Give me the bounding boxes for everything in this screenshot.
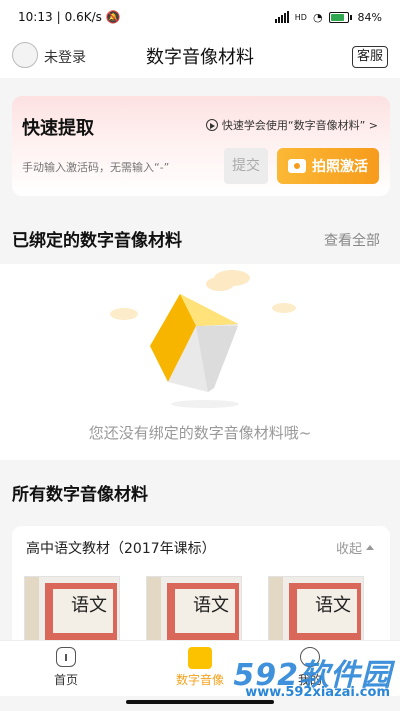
battery-level: 84% (357, 10, 382, 24)
page-title: 数字音像材料 (146, 47, 254, 68)
battery-icon (328, 11, 352, 23)
view-all-link[interactable]: 查看全部 (324, 230, 380, 250)
home-icon (56, 647, 76, 667)
all-section-title: 所有数字音像材料 (12, 485, 148, 505)
wifi-icon: ◔ (312, 10, 323, 24)
empty-state-text: 您还没有绑定的数字音像材料哦~ (88, 424, 312, 442)
chevron-up-icon (366, 545, 374, 550)
bound-section-title: 已绑定的数字音像材料 (12, 231, 182, 251)
book-title: 语文 (193, 595, 229, 616)
quick-help-text: 快速学会使用“数字音像材料” > (221, 119, 378, 132)
category-title: 高中语文教材（2017年课标） (26, 541, 216, 557)
nav-home[interactable]: 首页 (26, 647, 106, 688)
status-right: HD ◔ 84% (274, 10, 382, 24)
empty-book-illustration (110, 270, 296, 408)
status-divider: | (56, 10, 61, 24)
bound-section-header: 已绑定的数字音像材料 查看全部 (0, 212, 400, 264)
customer-service-button[interactable]: 客服 (351, 46, 388, 68)
app-header: 未登录 数字音像材料 客服 (0, 34, 400, 78)
media-icon (188, 647, 212, 669)
empty-state: 您还没有绑定的数字音像材料哦~ (0, 264, 400, 460)
status-bar: 10:13 | 0.6K/s 🔕 HD ◔ 84% (0, 0, 400, 34)
collapse-label: 收起 (335, 542, 362, 557)
photo-activate-label: 拍照激活 (312, 159, 368, 175)
signal-icon (274, 11, 289, 23)
mute-icon: 🔕 (105, 10, 121, 24)
play-icon (205, 119, 218, 131)
status-speed: 0.6K/s (64, 10, 102, 24)
collapse-toggle[interactable]: 收起 (336, 538, 374, 557)
quick-help-link[interactable]: 快速学会使用“数字音像材料” > (205, 117, 378, 133)
photo-activate-button[interactable]: 拍照激活 (277, 148, 379, 184)
quick-extract-title: 快速提取 (22, 118, 94, 139)
nav-home-label: 首页 (53, 673, 78, 687)
status-time: 10:13 (18, 10, 53, 24)
book-title: 语文 (71, 595, 107, 616)
watermark-url: www.592xiazai.com (245, 685, 390, 700)
gesture-bar (126, 700, 274, 704)
network-label: HD (294, 12, 307, 22)
activation-code-input[interactable] (22, 150, 222, 184)
book-title: 语文 (315, 595, 351, 616)
nav-media-label: 数字音像 (175, 673, 224, 687)
submit-button[interactable]: 提交 (224, 148, 268, 184)
all-section-header: 所有数字音像材料 (0, 460, 400, 510)
camera-icon (288, 159, 306, 173)
nav-media[interactable]: 数字音像 (160, 647, 240, 688)
status-left: 10:13 | 0.6K/s 🔕 (18, 10, 121, 24)
